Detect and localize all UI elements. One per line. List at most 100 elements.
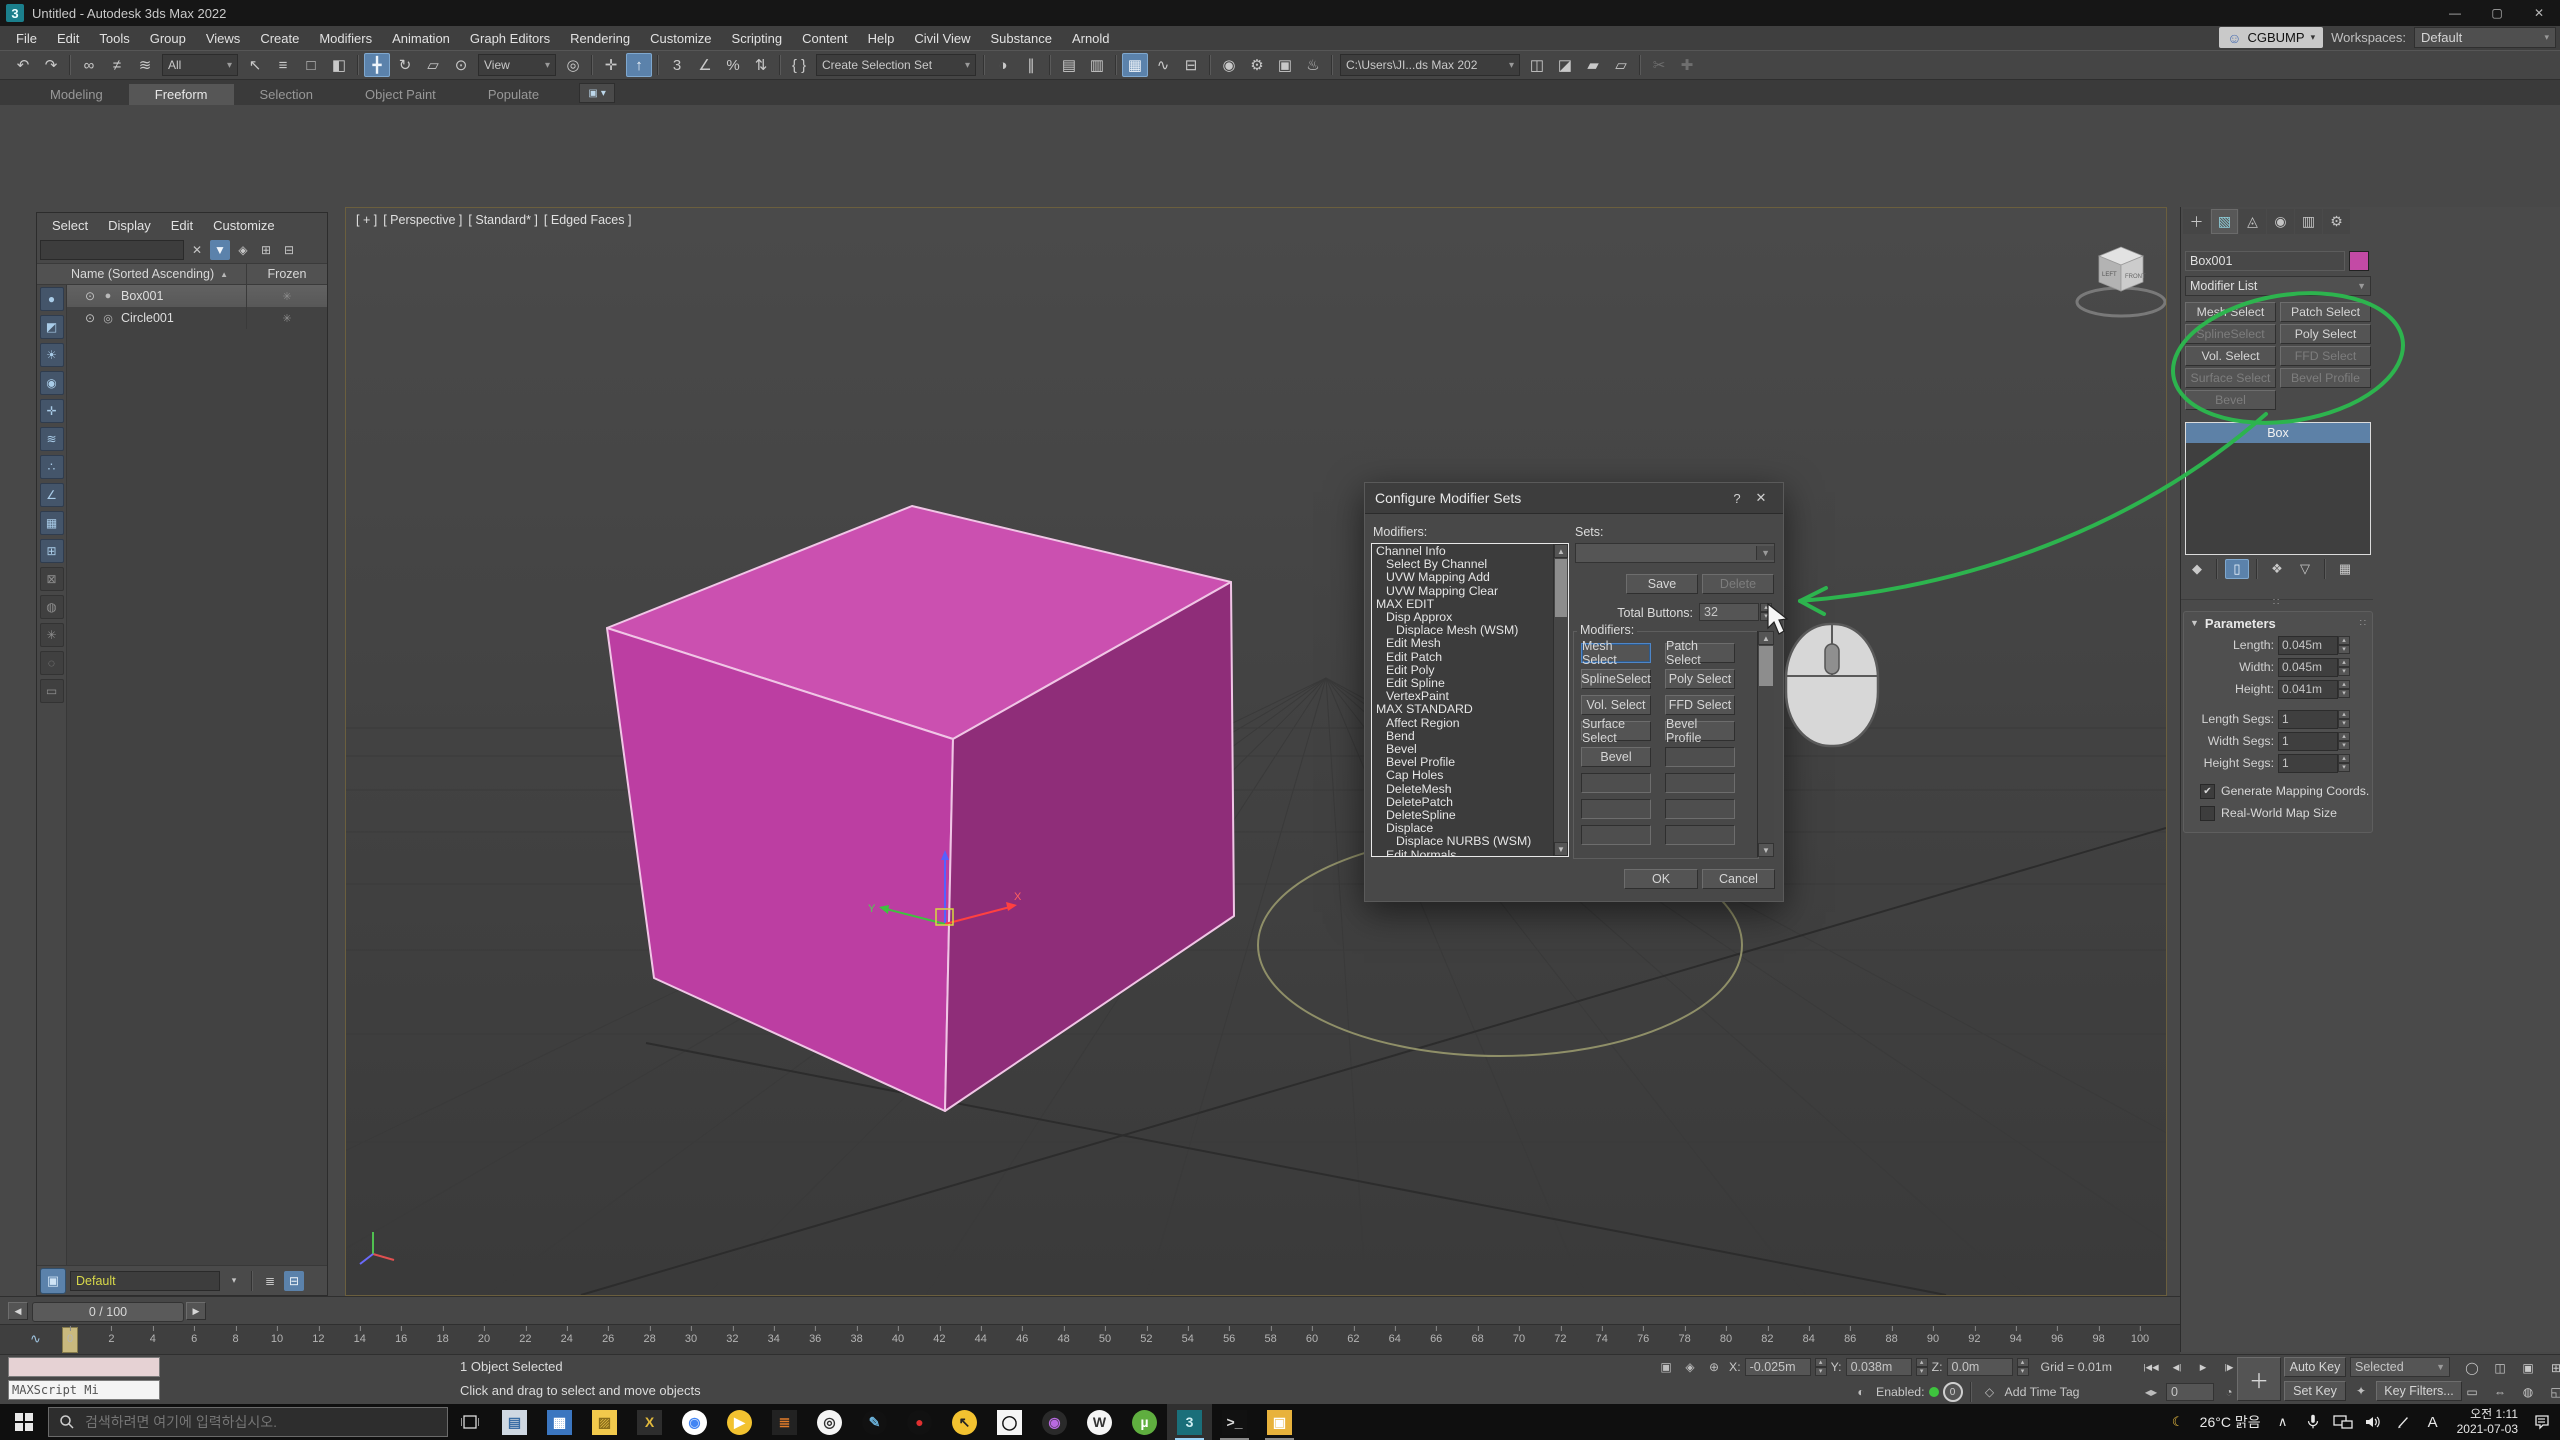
mirror-icon[interactable]: ◑ <box>990 53 1016 77</box>
app-explorer[interactable]: ▣ <box>1257 1404 1302 1440</box>
item-bevel-button[interactable]: Bevel <box>2185 390 2276 410</box>
selection-filter-dropdown[interactable]: All▾ <box>162 54 238 76</box>
create-tab[interactable]: ＋ <box>2183 209 2210 234</box>
ok-button[interactable]: OK <box>1624 869 1698 889</box>
spinner-up-icon[interactable]: ▴ <box>2338 732 2350 741</box>
previous-frame-icon[interactable]: ◀| <box>2166 1357 2188 1377</box>
key-step-spinner-icon[interactable]: ◀▶ <box>2140 1382 2162 1402</box>
next-frame-button[interactable]: ▶ <box>186 1302 206 1320</box>
item-vol-select-button[interactable]: Vol. Select <box>1581 695 1651 715</box>
weather-text[interactable]: 26°C 맑음 <box>2194 1412 2267 1432</box>
scroll-up-icon[interactable]: ▲ <box>1554 544 1568 558</box>
z-coordinate-field[interactable]: 0.0m <box>1947 1358 2013 1376</box>
taskbar-search-box[interactable] <box>48 1407 448 1437</box>
layers-icon[interactable]: ≣ <box>260 1271 280 1291</box>
item-help[interactable]: Help <box>858 31 905 46</box>
viewport-view-menu[interactable]: [ Perspective ] <box>383 213 462 227</box>
zoom-region-icon[interactable]: ▭ <box>2460 1381 2484 1403</box>
remove-modifier-icon[interactable]: ▽ <box>2293 559 2317 579</box>
frame-ruler[interactable]: 0246810121416182022242628303234363840424… <box>70 1325 2140 1355</box>
track-bar[interactable]: ∿ 02468101214161820222426283032343638404… <box>0 1324 2180 1355</box>
set-key-button[interactable]: Set Key <box>2284 1381 2346 1401</box>
item-modifiers[interactable]: Modifiers <box>309 31 382 46</box>
preset-dropdown-arrow-icon[interactable]: ▾ <box>224 1271 244 1291</box>
item-freeform-button[interactable]: Freeform <box>129 84 234 105</box>
visibility-eye-icon[interactable]: ⊙ <box>81 311 99 325</box>
spinner-down-icon[interactable]: ▾ <box>2338 689 2350 698</box>
item-arnold[interactable]: Arnold <box>1062 31 1120 46</box>
item-height-segs-field[interactable]: 1 <box>2278 754 2338 773</box>
item-height-spinner[interactable]: ▴▾ <box>2338 680 2350 698</box>
item-width-field[interactable]: 0.045m <box>2278 658 2338 677</box>
item-height-segs-spinner[interactable]: ▴▾ <box>2338 754 2350 772</box>
filter-selection-sets-icon[interactable]: ▭ <box>40 679 64 703</box>
y-coordinate-field[interactable]: 0.038m <box>1846 1358 1912 1376</box>
filter-icon[interactable]: ▼ <box>210 240 230 260</box>
material-editor-icon[interactable]: ◉ <box>1216 53 1242 77</box>
spinner-down-icon[interactable]: ▾ <box>2338 763 2350 772</box>
item-edit-mesh-list-item[interactable]: Edit Mesh <box>1372 637 1568 650</box>
save-to-container-icon[interactable]: ◪ <box>1552 53 1578 77</box>
motion-tab[interactable]: ◉ <box>2267 209 2294 234</box>
select-and-rotate-icon[interactable]: ↻ <box>392 53 418 77</box>
spinner-down-icon[interactable]: ▾ <box>1760 612 1772 621</box>
configure-modifier-sets-icon[interactable]: ▦ <box>2333 559 2357 579</box>
previous-frame-button[interactable]: ◀ <box>8 1302 28 1320</box>
spinner-up-icon[interactable]: ▴ <box>2338 658 2350 667</box>
weather-moon-icon[interactable]: ☾ <box>2164 1404 2192 1440</box>
item-views[interactable]: Views <box>196 31 250 46</box>
item-create[interactable]: Create <box>250 31 309 46</box>
explorer-preset-dropdown[interactable]: Default <box>70 1271 220 1291</box>
render-production-icon[interactable]: ♨ <box>1300 53 1326 77</box>
item-populate-button[interactable]: Populate <box>462 84 565 105</box>
explorer-search-input[interactable] <box>40 240 184 260</box>
item-patch-select-button[interactable]: Patch Select <box>1665 643 1735 663</box>
item-affect-region-list-item[interactable]: Affect Region <box>1372 717 1568 730</box>
user-account-button[interactable]: ☺ CGBUMP ▾ <box>2219 27 2323 48</box>
modifier-stack[interactable]: Box <box>2185 422 2371 555</box>
rendered-frame-icon[interactable]: ▣ <box>1272 53 1298 77</box>
spinner-down-icon[interactable]: ▾ <box>2338 719 2350 728</box>
go-to-start-icon[interactable]: |◀◀ <box>2140 1357 2162 1377</box>
expand-tree-icon[interactable]: ⊞ <box>256 240 276 260</box>
item-length-spinner[interactable]: ▴▾ <box>2338 636 2350 654</box>
name-column-header[interactable]: Name (Sorted Ascending) <box>71 267 214 281</box>
key-filters-button[interactable]: Key Filters... <box>2376 1381 2462 1401</box>
item-graph-editors[interactable]: Graph Editors <box>460 31 560 46</box>
total-buttons-field[interactable]: 32 <box>1699 603 1759 621</box>
hierarchy-mode-icon[interactable]: ⊟ <box>284 1271 304 1291</box>
item-width-segs-spinner[interactable]: ▴▾ <box>2338 732 2350 750</box>
hierarchy-tab[interactable]: ◬ <box>2239 209 2266 234</box>
bind-to-space-warp-icon[interactable]: ≋ <box>132 53 158 77</box>
keyboard-override-icon[interactable]: ↑ <box>626 53 652 77</box>
group-scrollbar[interactable]: ▲ ▼ <box>1757 631 1774 857</box>
cancel-button[interactable]: Cancel <box>1702 869 1775 889</box>
item-surface-select-button[interactable]: Surface Select <box>1581 721 1651 741</box>
collapse-tree-icon[interactable]: ⊟ <box>279 240 299 260</box>
search-input[interactable] <box>83 1413 417 1431</box>
new-key-button[interactable]: ＋ <box>2237 1357 2281 1401</box>
reference-coordinate-dropdown[interactable]: View▾ <box>478 54 556 76</box>
scroll-thumb[interactable] <box>1759 646 1773 686</box>
panel-resize-grip[interactable]: ∷ <box>2181 599 2373 606</box>
speaker-icon[interactable] <box>2359 1404 2387 1440</box>
maximize-viewport-icon[interactable]: ◱ <box>2544 1381 2560 1403</box>
item-content[interactable]: Content <box>792 31 858 46</box>
y-spinner[interactable]: ▴▾ <box>1916 1358 1928 1376</box>
spinner-up-icon[interactable]: ▴ <box>2338 754 2350 763</box>
frozen-column-header[interactable]: Frozen <box>247 267 327 281</box>
current-frame-field[interactable]: 0 <box>2166 1383 2214 1401</box>
viewport-shading-menu[interactable]: [ Edged Faces ] <box>544 213 632 227</box>
select-and-place-icon[interactable]: ⊙ <box>448 53 474 77</box>
absolute-mode-icon[interactable]: ⊕ <box>1703 1357 1725 1377</box>
stack-item-box[interactable]: Box <box>2186 423 2370 443</box>
zoom-icon[interactable]: ◯ <box>2460 1357 2484 1379</box>
spinner-down-icon[interactable]: ▾ <box>2338 741 2350 750</box>
modifier-list-box[interactable]: Channel InfoSelect By ChannelUVW Mapping… <box>1371 543 1569 857</box>
item-civil-view[interactable]: Civil View <box>904 31 980 46</box>
item-rendering[interactable]: Rendering <box>560 31 640 46</box>
item-uvw-mapping-add-list-item[interactable]: UVW Mapping Add <box>1372 571 1568 584</box>
item-displace-nurbs-wsm-list-item[interactable]: Displace NURBS (WSM) <box>1372 835 1568 848</box>
app-notepad[interactable]: ▤ <box>492 1404 537 1440</box>
item-mesh-select-button[interactable]: Mesh Select <box>2185 302 2276 322</box>
